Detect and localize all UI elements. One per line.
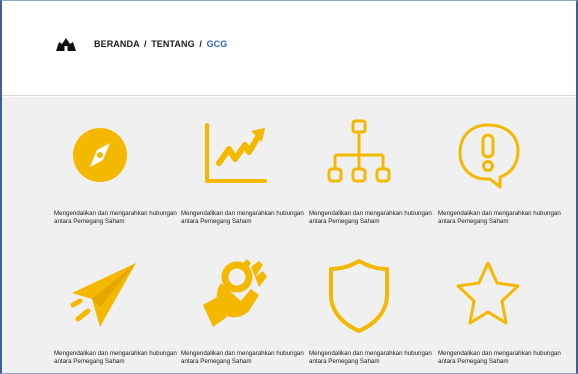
gcg-item-caption: Mengendalikan dan mengarahkan hubungan a… [54,210,177,225]
alert-bubble-icon [458,123,520,189]
gcg-item-caption: Mengendalikan dan mengarahkan hubungan a… [181,210,304,225]
breadcrumb-separator: / [199,39,202,49]
logo-icon[interactable] [54,38,78,52]
gcg-item-caption: Mengendalikan dan mengarahkan hubungan a… [309,350,432,365]
breadcrumb-about[interactable]: TENTANG [151,39,195,49]
breadcrumb: BERANDA / TENTANG / GCG [94,39,227,49]
ok-hand-icon [203,259,267,327]
org-chart-icon [327,119,391,183]
breadcrumb-current: GCG [206,39,228,49]
shield-icon [329,259,389,333]
gcg-item-caption: Mengendalikan dan mengarahkan hubungan a… [54,350,177,365]
trend-chart-icon [205,123,267,183]
gcg-item-caption: Mengendalikan dan mengarahkan hubungan a… [309,210,432,225]
gcg-icon-grid: Mengendalikan dan mengarahkan hubungan a… [54,115,574,373]
breadcrumb-separator: / [143,39,147,49]
page-frame: BERANDA / TENTANG / GCG Mengendalikan da… [0,0,578,374]
gcg-item-caption: Mengendalikan dan mengarahkan hubungan a… [438,210,561,225]
breadcrumb-home[interactable]: BERANDA [94,39,139,49]
gcg-item-caption: Mengendalikan dan mengarahkan hubungan a… [438,350,561,365]
compass-icon [73,128,127,182]
star-icon [456,261,520,325]
gcg-content: Mengendalikan dan mengarahkan hubungan a… [2,97,576,373]
site-header: BERANDA / TENTANG / GCG [2,1,576,96]
gcg-item-caption: Mengendalikan dan mengarahkan hubungan a… [181,350,304,365]
paper-plane-icon [70,263,136,327]
